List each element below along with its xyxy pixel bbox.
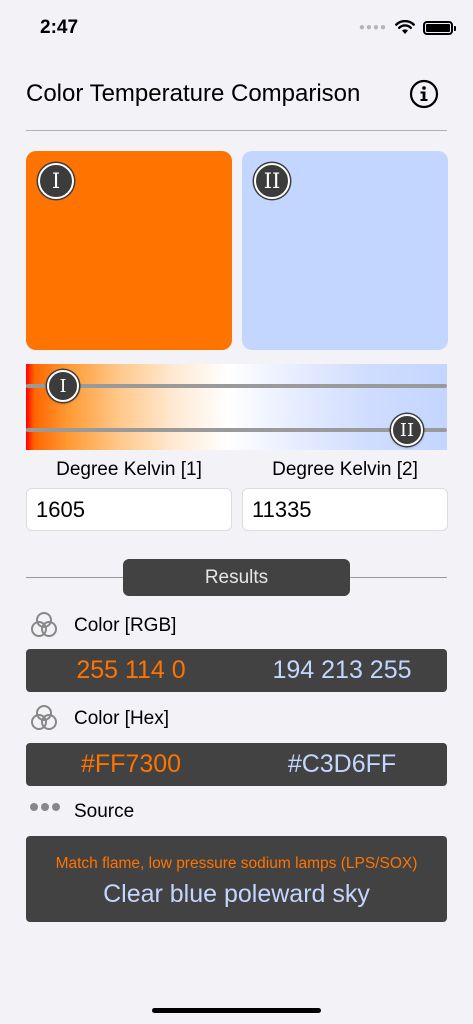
page-title: Color Temperature Comparison	[26, 80, 361, 107]
status-time: 2:47	[40, 17, 79, 38]
color-circles-icon	[31, 705, 57, 730]
hex-value-1: #FF7300	[80, 750, 182, 778]
color-swatch-1: I	[26, 151, 232, 350]
header-divider	[26, 130, 447, 131]
kelvin-input-2[interactable]: 11335	[242, 488, 448, 531]
swatch-badge-2: II	[254, 163, 290, 199]
results-button[interactable]: Results	[123, 559, 350, 596]
hex-value-bar: #FF7300 #C3D6FF	[26, 743, 447, 786]
source-panel: Match flame, low pressure sodium lamps (…	[26, 836, 447, 922]
source-value-1: Match flame, low pressure sodium lamps (…	[55, 855, 418, 872]
rgb-value-2: 194 213 255	[272, 656, 412, 684]
swatch-badge-1: I	[38, 163, 74, 199]
kelvin-label-2: Degree Kelvin [2]	[272, 459, 418, 480]
home-indicator[interactable]	[152, 1008, 321, 1013]
hex-value-2: #C3D6FF	[287, 750, 397, 778]
wifi-icon	[395, 20, 415, 34]
color-circles-icon	[31, 612, 57, 637]
slider-track-2[interactable]	[26, 428, 447, 432]
hex-label: Color [Hex]	[74, 708, 170, 729]
status-icons: ●●●●	[358, 20, 456, 35]
color-swatch-2: II	[242, 151, 448, 350]
status-bar: 2:47 ●●●●	[0, 0, 473, 56]
slider-track-1[interactable]	[26, 384, 447, 388]
rgb-value-1: 255 114 0	[76, 656, 186, 684]
source-value-2: Clear blue poleward sky	[103, 880, 370, 908]
kelvin-label-1: Degree Kelvin [1]	[56, 459, 202, 480]
cellular-signal-icon: ●●●●	[358, 22, 387, 33]
rgb-label: Color [RGB]	[74, 615, 177, 636]
slider-thumb-1[interactable]: I	[47, 370, 79, 402]
kelvin-input-1[interactable]: 1605	[26, 488, 232, 531]
slider-thumb-2[interactable]: II	[391, 414, 423, 446]
more-dots-icon	[30, 803, 60, 811]
rgb-value-bar: 255 114 0 194 213 255	[26, 649, 447, 692]
temperature-slider-area: I II	[26, 364, 447, 450]
source-label: Source	[74, 801, 135, 822]
info-icon[interactable]	[409, 79, 439, 109]
battery-icon	[423, 20, 456, 35]
